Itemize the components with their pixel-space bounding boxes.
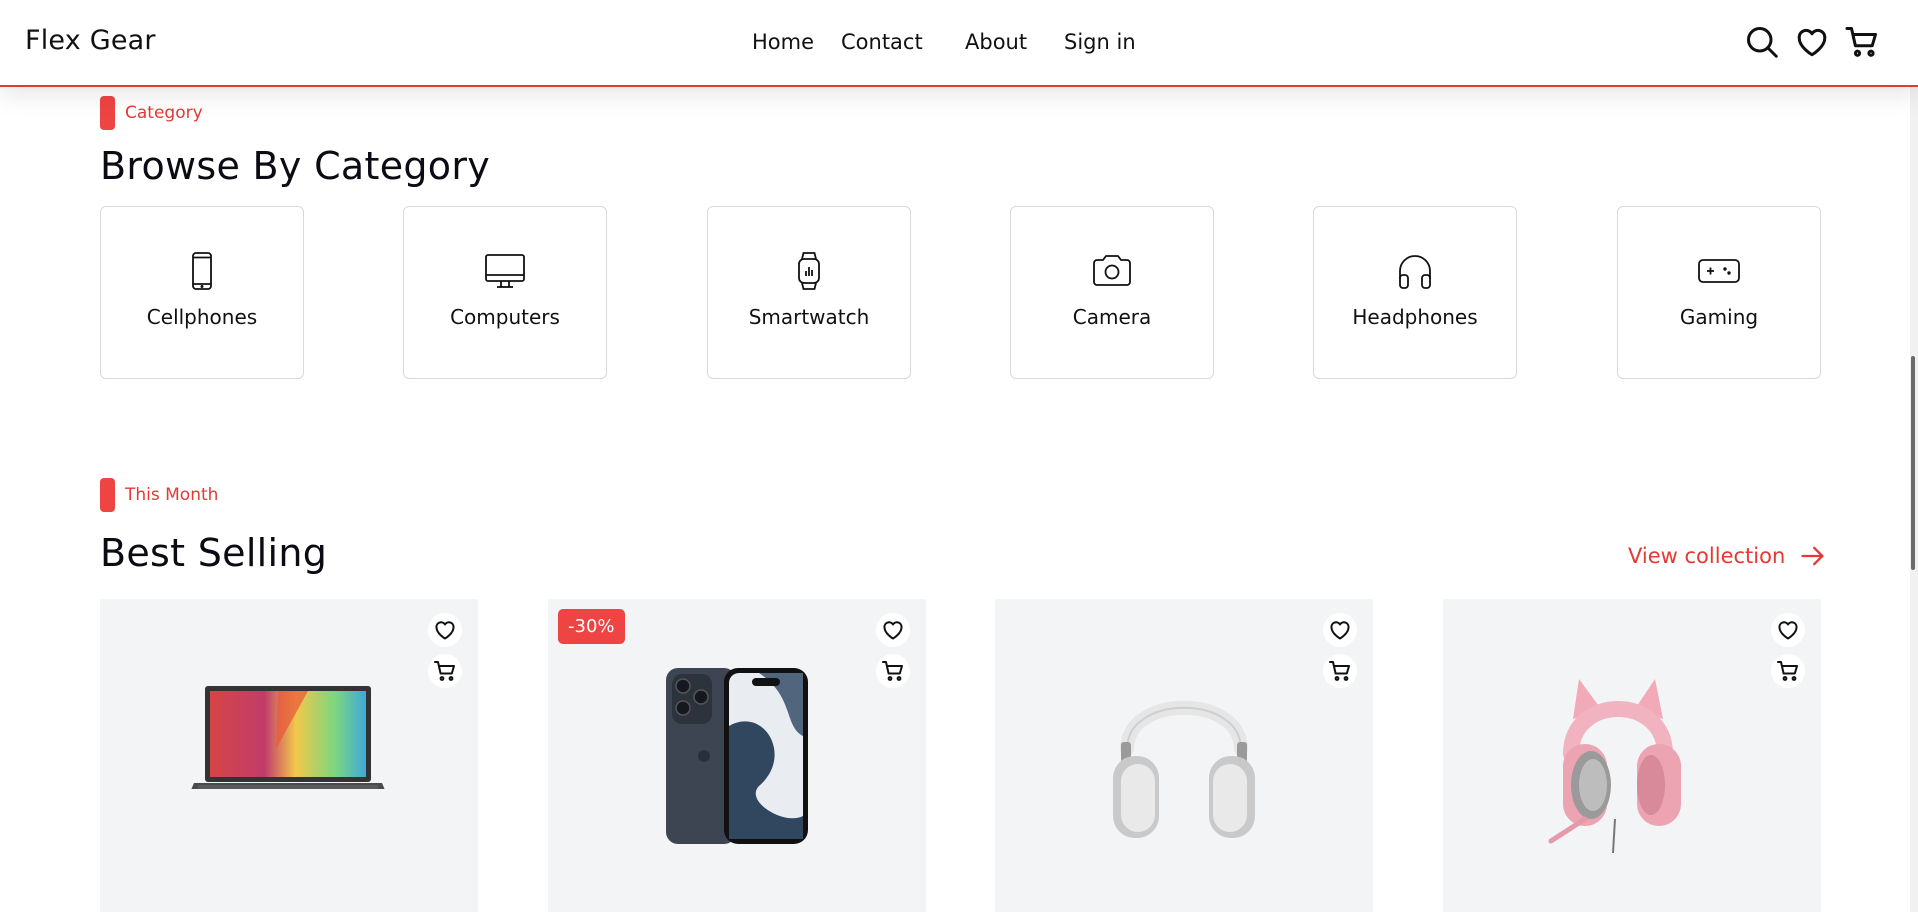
smartwatch-icon (787, 249, 831, 293)
gamepad-icon (1697, 249, 1741, 293)
category-card-gaming[interactable]: Gaming (1617, 206, 1821, 379)
product-card-laptop[interactable] (100, 599, 478, 912)
page-scrollbar[interactable] (1910, 0, 1918, 912)
scrollbar-thumb[interactable] (1911, 356, 1915, 570)
discount-badge: -30% (558, 609, 625, 644)
headphones-icon (1393, 249, 1437, 293)
category-label: Computers (450, 305, 560, 329)
view-collection-label: View collection (1628, 544, 1786, 568)
site-header: Flex Gear Home Contact About Sign in (0, 0, 1918, 87)
view-collection-link[interactable]: View collection (1628, 542, 1827, 570)
product-card-headphones[interactable] (995, 599, 1373, 912)
add-to-cart-icon[interactable] (1323, 654, 1357, 688)
tag-marker (100, 96, 115, 130)
camera-icon (1090, 249, 1134, 293)
nav-contact[interactable]: Contact (841, 30, 923, 54)
smartphone-image (666, 668, 808, 844)
category-card-headphones[interactable]: Headphones (1313, 206, 1517, 379)
category-label: Smartwatch (748, 305, 870, 329)
wishlist-heart-icon[interactable] (428, 613, 462, 647)
search-icon[interactable] (1744, 24, 1780, 60)
cart-icon[interactable] (1844, 24, 1880, 60)
nav-about[interactable]: About (965, 30, 1027, 54)
category-card-camera[interactable]: Camera (1010, 206, 1214, 379)
best-selling-title: Best Selling (100, 531, 328, 575)
category-label: Cellphones (146, 305, 258, 329)
this-month-tag: This Month (100, 478, 218, 512)
add-to-cart-icon[interactable] (876, 654, 910, 688)
wishlist-heart-icon[interactable] (1323, 613, 1357, 647)
browse-category-title: Browse By Category (100, 144, 491, 188)
headphones-image (1113, 700, 1255, 838)
laptop-image (191, 686, 385, 789)
monitor-icon (483, 249, 527, 293)
nav-sign-in[interactable]: Sign in (1064, 30, 1136, 54)
category-label: Headphones (1352, 305, 1478, 329)
category-label: Gaming (1679, 305, 1759, 329)
brand-logo[interactable]: Flex Gear (25, 25, 156, 56)
product-card-pink-headset[interactable] (1443, 599, 1821, 912)
product-card-phone[interactable]: -30% (548, 599, 926, 912)
wishlist-heart-icon[interactable] (876, 613, 910, 647)
wishlist-heart-icon[interactable] (1771, 613, 1805, 647)
arrow-right-icon (1801, 546, 1824, 566)
add-to-cart-icon[interactable] (1771, 654, 1805, 688)
cellphone-icon (180, 249, 224, 293)
tag-marker (100, 478, 115, 512)
category-tag-label: Category (125, 103, 203, 123)
this-month-tag-label: This Month (125, 485, 219, 505)
heart-icon[interactable] (1794, 24, 1830, 60)
category-card-computers[interactable]: Computers (403, 206, 607, 379)
category-card-cellphones[interactable]: Cellphones (100, 206, 304, 379)
category-tag: Category (100, 96, 203, 130)
pink-headset-image (1548, 679, 1681, 854)
add-to-cart-icon[interactable] (428, 654, 462, 688)
nav-home[interactable]: Home (752, 30, 814, 54)
category-card-smartwatch[interactable]: Smartwatch (707, 206, 911, 379)
category-label: Camera (1072, 305, 1152, 329)
